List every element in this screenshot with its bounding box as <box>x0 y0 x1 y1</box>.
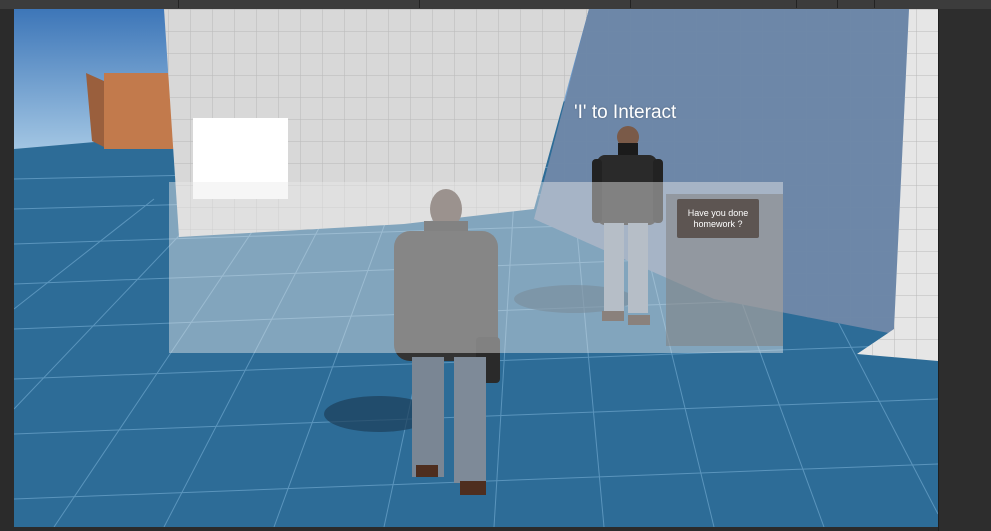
crate <box>104 73 180 149</box>
toolbar-segment[interactable] <box>179 0 420 8</box>
interact-prompt: 'I' to Interact <box>574 102 677 123</box>
editor-left-margin <box>0 9 14 531</box>
dialog-option-button[interactable]: Have you done homework ? <box>677 199 759 238</box>
toolbar-segment[interactable] <box>797 0 838 8</box>
toolbar-segment[interactable] <box>631 0 797 8</box>
editor-side-panel <box>938 9 991 531</box>
editor-bottom-margin <box>14 527 938 531</box>
toolbar-segment[interactable] <box>838 0 875 8</box>
game-viewport[interactable]: 'I' to Interact Have you done homework ? <box>14 9 938 527</box>
toolbar-segment[interactable] <box>420 0 631 8</box>
toolbar-segment[interactable] <box>0 0 179 8</box>
